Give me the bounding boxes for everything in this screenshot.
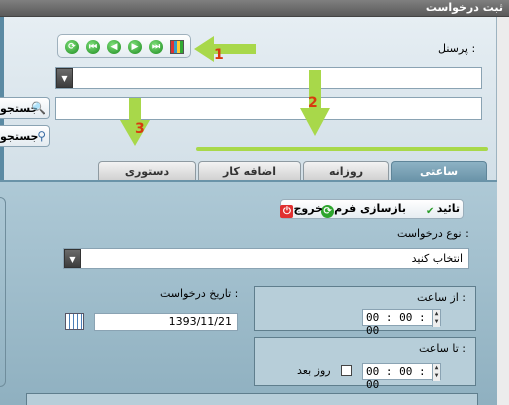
- window-title: ثبت درخواست: [425, 1, 503, 14]
- next-record-icon[interactable]: ▶: [128, 40, 142, 54]
- exit-label: خروج: [293, 202, 323, 215]
- bottom-group: [26, 393, 478, 405]
- from-time-value: 00 : 00 : 00: [366, 311, 426, 337]
- personnel-select[interactable]: [55, 67, 482, 89]
- personnel-label: پرسنل :: [438, 42, 476, 55]
- tab-mission[interactable]: دستوری: [98, 161, 196, 181]
- tab-hourly[interactable]: ساعتی: [391, 161, 487, 181]
- window-titlebar: ثبت درخواست: [0, 0, 509, 17]
- to-time-spinner[interactable]: ▲ ▼: [432, 364, 440, 381]
- dropdown-arrow-icon[interactable]: ▼: [56, 68, 73, 88]
- scrollbar-gutter[interactable]: [497, 17, 509, 405]
- advanced-search-button-label: جستجو: [0, 130, 39, 143]
- annotation-underline: [196, 147, 488, 151]
- refresh-icon[interactable]: ⟳: [65, 40, 79, 54]
- confirm-label: تائید: [436, 202, 460, 215]
- grid-view-icon[interactable]: [170, 40, 184, 54]
- from-time-label: از ساعت :: [416, 291, 466, 304]
- to-time-input[interactable]: 00 : 00 : 00 ▲ ▼: [362, 363, 441, 391]
- request-type-label: نوع درخواست :: [397, 227, 469, 240]
- next-day-checkbox[interactable]: [341, 365, 352, 376]
- confirm-button[interactable]: ✔ تائید: [422, 202, 460, 218]
- request-type-dropdown-icon[interactable]: ▼: [64, 249, 81, 268]
- reset-icon: ⟳: [321, 205, 335, 218]
- binoculars-icon: ⚲: [37, 129, 46, 143]
- reset-label: بازسازی فرم: [334, 202, 406, 215]
- from-time-input[interactable]: 00 : 00 : 00 ▲ ▼: [362, 309, 441, 337]
- last-record-icon[interactable]: ⏭: [149, 40, 163, 54]
- request-type-value: انتخاب کنید: [411, 252, 463, 265]
- magnifier-icon: 🔍: [31, 101, 46, 115]
- tab-daily[interactable]: روزانه: [303, 161, 389, 181]
- to-time-group: تا ساعت : 00 : 00 : 00 ▲ ▼ روز بعد: [254, 337, 476, 391]
- first-record-icon[interactable]: ⏮: [86, 40, 100, 54]
- request-type-select[interactable]: انتخاب کنید: [63, 248, 469, 269]
- side-group-frame: [0, 197, 6, 387]
- request-date-label: تاریخ درخواست :: [160, 287, 239, 300]
- to-time-label: تا ساعت :: [418, 342, 466, 355]
- request-date-input[interactable]: 1393/11/21: [94, 313, 238, 331]
- annotation-number-3: 3: [135, 121, 145, 137]
- from-time-group: از ساعت : 00 : 00 : 00 ▲ ▼: [254, 286, 476, 337]
- reset-form-button[interactable]: ⟳ بازسازی فرم: [319, 202, 406, 218]
- advanced-search-button[interactable]: جستجو ⚲: [0, 125, 50, 147]
- search-button[interactable]: جستجو 🔍: [0, 97, 50, 119]
- annotation-number-1: 1: [214, 47, 224, 63]
- exit-button[interactable]: ⏻ خروج: [278, 202, 323, 218]
- to-time-value: 00 : 00 : 00: [366, 365, 426, 391]
- annotation-number-2: 2: [308, 95, 318, 111]
- next-day-label: روز بعد: [297, 364, 331, 377]
- action-toolbar: ✔ تائید ⟳ بازسازی فرم ⏻ خروج: [280, 199, 464, 219]
- previous-record-icon[interactable]: ◀: [107, 40, 121, 54]
- checkmark-icon: ✔: [426, 206, 435, 217]
- tab-overtime[interactable]: اضافه کار: [198, 161, 301, 181]
- power-icon: ⏻: [280, 205, 294, 218]
- record-navigation-bar: ⟳ ⏮ ◀ ▶ ⏭: [57, 34, 191, 58]
- calendar-icon[interactable]: [65, 313, 84, 330]
- from-time-spinner[interactable]: ▲ ▼: [432, 310, 440, 327]
